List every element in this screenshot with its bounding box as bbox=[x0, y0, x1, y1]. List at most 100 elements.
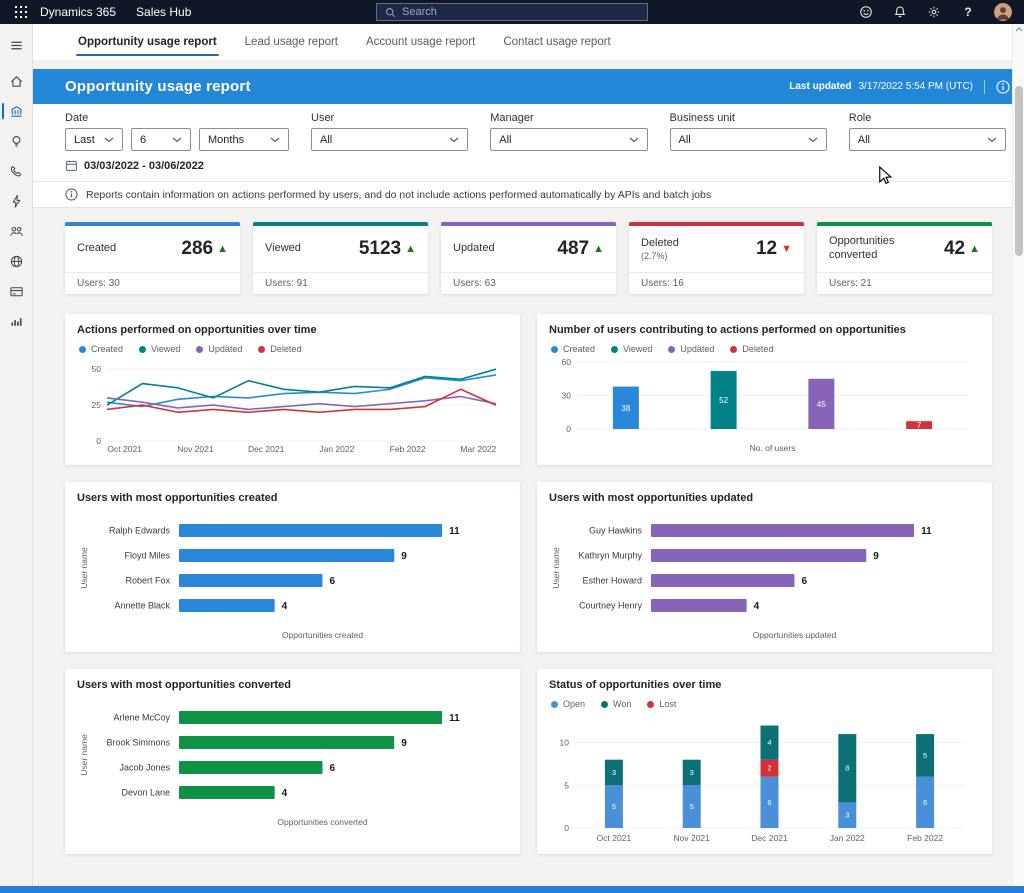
gear-icon[interactable] bbox=[926, 4, 942, 20]
report-banner: Opportunity usage report Last updated 3/… bbox=[33, 69, 1024, 104]
lightning-icon[interactable] bbox=[0, 186, 33, 216]
kpi-value: 12 bbox=[756, 238, 777, 260]
date-count-select[interactable]: 6 bbox=[131, 128, 191, 151]
filter-bar: Date Last 6 Months bbox=[33, 104, 1024, 181]
select-value: All bbox=[320, 134, 332, 146]
card-icon[interactable] bbox=[0, 276, 33, 306]
hbar-chart[interactable]: Guy Hawkins11Kathryn Murphy9Esther Howar… bbox=[549, 510, 980, 642]
manager-select[interactable]: All bbox=[490, 128, 647, 151]
svg-text:3: 3 bbox=[612, 768, 616, 777]
main-content: Opportunity usage report Lead usage repo… bbox=[33, 24, 1024, 886]
kpi-card-updated[interactable]: Updated 487▲ Users: 63 bbox=[441, 222, 616, 294]
legend-item[interactable]: Updated bbox=[196, 344, 242, 354]
svg-text:6: 6 bbox=[330, 576, 336, 587]
svg-text:6: 6 bbox=[767, 798, 771, 807]
hbar-chart[interactable]: Arlene McCoy11Brook Simmons9Jacob Jones6… bbox=[77, 697, 508, 829]
search-input[interactable] bbox=[402, 6, 639, 18]
kpi-card-viewed[interactable]: Viewed 5123▲ Users: 91 bbox=[253, 222, 428, 294]
chart-title: Status of opportunities over time bbox=[549, 679, 980, 691]
chart-icon[interactable] bbox=[0, 306, 33, 336]
svg-text:9: 9 bbox=[401, 738, 407, 749]
tab-lead-usage-report[interactable]: Lead usage report bbox=[232, 24, 351, 60]
home-icon[interactable] bbox=[0, 66, 33, 96]
legend-item[interactable]: Viewed bbox=[139, 344, 180, 354]
legend-label: Open bbox=[563, 699, 585, 709]
select-value: All bbox=[499, 134, 511, 146]
legend-label: Updated bbox=[680, 344, 714, 354]
globe-icon[interactable] bbox=[0, 246, 33, 276]
legend-item[interactable]: Deleted bbox=[258, 344, 301, 354]
trend-arrow-icon: ▲ bbox=[405, 243, 416, 255]
business-unit-select[interactable]: All bbox=[670, 128, 827, 151]
svg-text:Opportunities converted: Opportunities converted bbox=[277, 817, 368, 827]
kpi-users: Users: 63 bbox=[441, 272, 616, 294]
legend-item[interactable]: Deleted bbox=[730, 344, 773, 354]
kpi-card-opportunities-converted[interactable]: Opportunities converted 42▲ Users: 21 bbox=[817, 222, 992, 294]
svg-text:Guy Hawkins: Guy Hawkins bbox=[589, 526, 643, 536]
role-select[interactable]: All bbox=[849, 128, 1006, 151]
divider bbox=[984, 80, 985, 94]
stacked-bar-chart[interactable]: 0510Oct 202153Nov 202153Dec 2021624Jan 2… bbox=[549, 712, 980, 844]
chart-title: Users with most opportunities converted bbox=[77, 679, 508, 691]
svg-text:No. of users: No. of users bbox=[750, 443, 796, 453]
kpi-value: 286 bbox=[181, 238, 213, 260]
legend-item[interactable]: Lost bbox=[647, 699, 676, 709]
legend-item[interactable]: Created bbox=[551, 344, 595, 354]
kpi-label: Updated bbox=[453, 242, 495, 256]
avatar[interactable] bbox=[994, 3, 1012, 21]
help-icon[interactable]: ? bbox=[960, 4, 976, 20]
info-icon bbox=[65, 188, 78, 201]
area-title[interactable]: Sales Hub bbox=[136, 5, 191, 19]
tab-account-usage-report[interactable]: Account usage report bbox=[353, 24, 488, 60]
select-value: Last bbox=[74, 134, 95, 146]
search-box[interactable] bbox=[376, 3, 648, 21]
chart-legend: Created Viewed Updated Deleted bbox=[79, 344, 508, 354]
chart-card-status-over-time: Status of opportunities over time Open Wo… bbox=[537, 669, 992, 854]
legend-item[interactable]: Won bbox=[601, 699, 631, 709]
user-select[interactable]: All bbox=[311, 128, 468, 151]
legend-label: Updated bbox=[208, 344, 242, 354]
legend-item[interactable]: Open bbox=[551, 699, 585, 709]
chart-card-most-created: Users with most opportunities created Ra… bbox=[65, 482, 520, 652]
emoji-feedback-icon[interactable] bbox=[858, 4, 874, 20]
menu-icon[interactable] bbox=[0, 30, 33, 60]
lightbulb-icon[interactable] bbox=[0, 126, 33, 156]
tab-opportunity-usage-report[interactable]: Opportunity usage report bbox=[65, 24, 230, 60]
chevron-down-icon bbox=[629, 137, 639, 143]
select-value: All bbox=[858, 134, 870, 146]
last-updated-label: Last updated bbox=[789, 81, 851, 92]
bar-chart[interactable]: 030603852457No. of users bbox=[549, 357, 980, 455]
svg-text:Dec 2021: Dec 2021 bbox=[751, 833, 788, 843]
scrollbar-thumb[interactable] bbox=[1015, 86, 1023, 256]
sidebar-item-usage-reports[interactable] bbox=[0, 96, 33, 126]
tab-contact-usage-report[interactable]: Contact usage report bbox=[490, 24, 623, 60]
kpi-card-created[interactable]: Created 286▲ Users: 30 bbox=[65, 222, 240, 294]
hbar-chart[interactable]: Ralph Edwards11Floyd Miles9Robert Fox6An… bbox=[77, 510, 508, 642]
chart-title: Users with most opportunities created bbox=[77, 492, 508, 504]
people-icon[interactable] bbox=[0, 216, 33, 246]
legend-item[interactable]: Created bbox=[79, 344, 123, 354]
select-value: Months bbox=[208, 134, 244, 146]
phone-icon[interactable] bbox=[0, 156, 33, 186]
kpi-label: Deleted bbox=[641, 237, 679, 251]
date-last-select[interactable]: Last bbox=[65, 128, 123, 151]
date-unit-select[interactable]: Months bbox=[199, 128, 289, 151]
kpi-card-deleted[interactable]: Deleted(2.7%) 12▼ Users: 16 bbox=[629, 222, 804, 294]
app-title[interactable]: Dynamics 365 bbox=[40, 5, 116, 19]
chevron-down-icon bbox=[172, 137, 182, 143]
bell-icon[interactable] bbox=[892, 4, 908, 20]
info-icon[interactable] bbox=[996, 80, 1010, 94]
line-chart[interactable]: 02550Oct 2021Nov 2021Dec 2021Jan 2022Feb… bbox=[77, 357, 508, 455]
select-value: 6 bbox=[140, 134, 146, 146]
svg-text:5: 5 bbox=[564, 780, 569, 790]
vertical-scrollbar[interactable] bbox=[1012, 24, 1024, 886]
legend-item[interactable]: Viewed bbox=[611, 344, 652, 354]
legend-item[interactable]: Updated bbox=[668, 344, 714, 354]
scroll-up-icon[interactable] bbox=[1013, 27, 1024, 32]
svg-text:4: 4 bbox=[754, 601, 760, 612]
app-launcher-icon[interactable] bbox=[14, 5, 28, 19]
filter-manager: Manager All bbox=[490, 112, 647, 151]
chart-card-most-updated: Users with most opportunities updated Gu… bbox=[537, 482, 992, 652]
date-range: 03/03/2022 - 03/06/2022 bbox=[65, 159, 1006, 172]
date-range-text: 03/03/2022 - 03/06/2022 bbox=[84, 160, 204, 172]
